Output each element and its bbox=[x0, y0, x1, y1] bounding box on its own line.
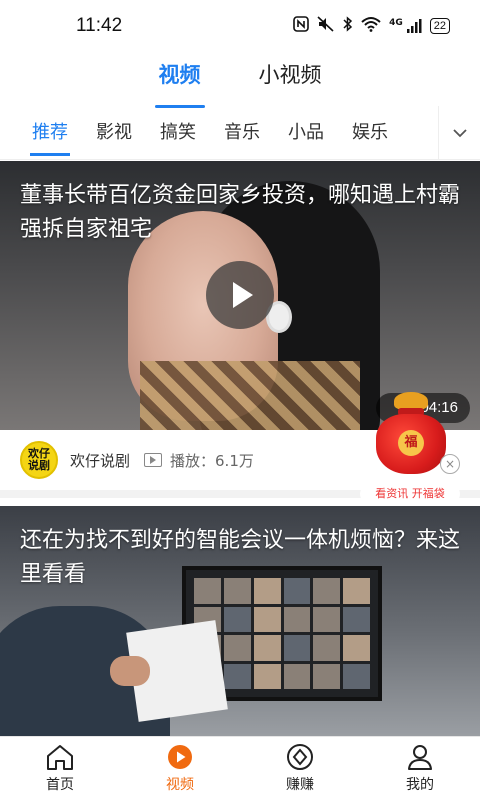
battery-indicator: 22 bbox=[429, 18, 450, 34]
play-count-icon bbox=[144, 453, 163, 467]
category-music[interactable]: 音乐 bbox=[224, 106, 260, 160]
video-icon bbox=[165, 743, 195, 771]
thumbnail-hand bbox=[110, 656, 150, 686]
lucky-bag-label[interactable]: 看资讯 开福袋 bbox=[360, 484, 460, 504]
nav-video[interactable]: 视频 bbox=[120, 737, 240, 800]
status-time: 11:42 bbox=[76, 15, 123, 36]
bottom-nav: 首页 视频 赚赚 我的 bbox=[0, 736, 480, 800]
category-bar: 推荐 影视 搞笑 音乐 小品 娱乐 bbox=[0, 105, 480, 160]
mute-icon bbox=[317, 16, 335, 36]
video-title[interactable]: 还在为找不到好的智能会议一体机烦恼？来这里看看 bbox=[20, 524, 460, 592]
lucky-bag-icon[interactable]: 福 bbox=[374, 390, 448, 474]
nav-home-label: 首页 bbox=[46, 777, 74, 793]
thumbnail-scarf bbox=[140, 361, 360, 430]
nav-earn-label: 赚赚 bbox=[286, 777, 314, 793]
status-bar: 11:42 4G 22 bbox=[0, 0, 480, 52]
category-funny[interactable]: 搞笑 bbox=[160, 106, 196, 160]
video-card[interactable]: 还在为找不到好的智能会议一体机烦恼？来这里看看 bbox=[0, 506, 480, 736]
author-avatar[interactable]: 欢仔 说剧 bbox=[20, 441, 58, 479]
profile-icon bbox=[405, 743, 435, 771]
chevron-down-icon bbox=[452, 123, 467, 142]
earn-icon bbox=[285, 743, 315, 771]
nav-profile[interactable]: 我的 bbox=[360, 737, 480, 800]
lucky-bag-char: 福 bbox=[398, 430, 424, 456]
play-button[interactable] bbox=[206, 261, 274, 329]
status-icons: 4G 22 bbox=[293, 16, 450, 36]
category-list: 推荐 影视 搞笑 音乐 小品 娱乐 bbox=[0, 106, 438, 160]
battery-level: 22 bbox=[433, 20, 446, 32]
bluetooth-icon bbox=[343, 16, 353, 36]
nav-earn[interactable]: 赚赚 bbox=[240, 737, 360, 800]
category-film[interactable]: 影视 bbox=[96, 106, 132, 160]
tab-video[interactable]: 视频 bbox=[154, 52, 205, 108]
top-tabs: 视频 小视频 bbox=[0, 52, 480, 108]
nfc-icon bbox=[293, 16, 309, 36]
nav-video-label: 视频 bbox=[166, 777, 194, 793]
author-name[interactable]: 欢仔说剧 bbox=[70, 450, 130, 471]
tab-short-video[interactable]: 小视频 bbox=[259, 52, 322, 106]
video-title[interactable]: 董事长带百亿资金回家乡投资，哪知遇上村霸强拆自家祖宅 bbox=[20, 179, 460, 247]
category-recommend[interactable]: 推荐 bbox=[30, 106, 70, 160]
play-count: 播放：6.1万 bbox=[170, 451, 254, 470]
close-icon[interactable]: × bbox=[440, 454, 460, 474]
nav-home[interactable]: 首页 bbox=[0, 737, 120, 800]
wifi-icon bbox=[361, 16, 381, 36]
network-type: 4G bbox=[389, 18, 403, 28]
category-sketch[interactable]: 小品 bbox=[288, 106, 324, 160]
signal-icon: 4G bbox=[389, 18, 422, 34]
lucky-bag-widget[interactable]: 福 × 看资讯 开福袋 bbox=[360, 390, 460, 508]
category-expand-button[interactable] bbox=[438, 105, 480, 160]
nav-profile-label: 我的 bbox=[406, 777, 434, 793]
category-entertainment[interactable]: 娱乐 bbox=[352, 106, 388, 160]
home-icon bbox=[45, 743, 75, 771]
